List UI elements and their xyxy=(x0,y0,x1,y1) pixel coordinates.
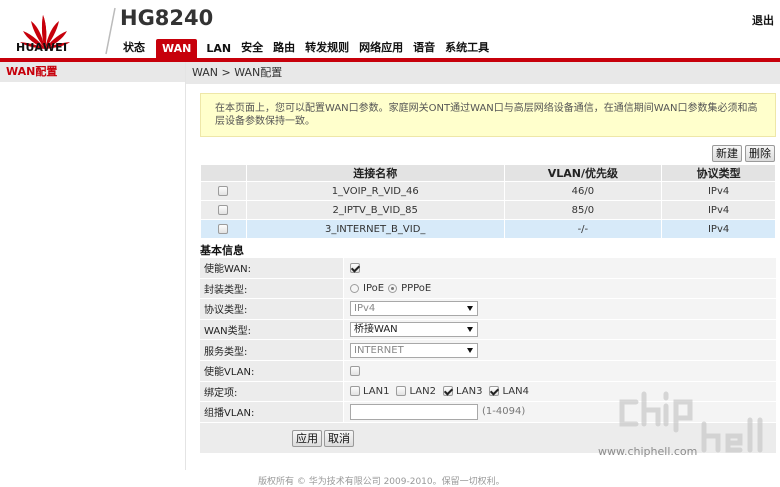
logo-text: HUAWEI xyxy=(16,41,68,54)
device-model: HG8240 xyxy=(120,6,214,30)
row-select-cell xyxy=(200,200,247,220)
nav-item-1[interactable]: WAN xyxy=(156,39,198,58)
nav-item-6[interactable]: 网络应用 xyxy=(354,39,408,58)
table-row[interactable]: 1_VOIP_R_VID_46 46/0 IPv4 xyxy=(200,181,776,201)
protocol-label: 协议类型: xyxy=(200,299,344,319)
basic-info-form: 使能WAN: 封装类型: IPoE PPPoE 协议类型: IPv4 WAN类型… xyxy=(200,258,776,423)
protocol-select[interactable]: IPv4 xyxy=(350,301,478,317)
multicast-vlan-hint: (1-4094) xyxy=(482,406,526,418)
lan1-checkbox[interactable] xyxy=(350,386,360,397)
form-row-protocol: 协议类型: IPv4 xyxy=(200,299,776,320)
wan-type-label: WAN类型: xyxy=(200,319,344,340)
basic-info-title: 基本信息 xyxy=(200,244,244,257)
header-divider xyxy=(105,7,116,55)
table-header-row: 连接名称 VLAN/优先级 协议类型 xyxy=(200,164,776,182)
lan2-checkbox[interactable] xyxy=(396,386,407,397)
row-select-cell xyxy=(200,181,247,201)
header-protocol: 协议类型 xyxy=(661,164,776,182)
dropdown-arrow-icon xyxy=(467,347,473,353)
lan3-checkbox[interactable] xyxy=(442,386,453,397)
protocol-cell: IPv4 xyxy=(661,200,776,220)
pppoe-label: PPPoE xyxy=(401,282,432,294)
form-row-enable-wan: 使能WAN: xyxy=(200,258,776,279)
binding-port-lan3: LAN3 xyxy=(442,385,483,397)
dropdown-arrow-icon xyxy=(467,306,473,312)
enable-vlan-checkbox[interactable] xyxy=(350,365,360,376)
binding-port-lan2: LAN2 xyxy=(396,385,436,397)
breadcrumb: WAN > WAN配置 xyxy=(186,62,780,84)
apply-button[interactable]: 应用 xyxy=(292,430,322,447)
delete-button[interactable]: 删除 xyxy=(745,145,775,162)
connection-name-cell: 2_IPTV_B_VID_85 xyxy=(245,200,505,220)
nav-item-8[interactable]: 系统工具 xyxy=(440,39,494,58)
sidebar: WAN配置 xyxy=(0,62,186,481)
vlan-priority-cell: -/- xyxy=(503,219,663,239)
encap-label: 封装类型: xyxy=(200,278,344,299)
nav-item-7[interactable]: 语音 xyxy=(408,39,440,58)
row-checkbox[interactable] xyxy=(218,185,229,196)
form-row-service-type: 服务类型: INTERNET xyxy=(200,340,776,361)
dropdown-arrow-icon xyxy=(467,327,473,333)
table-row[interactable]: 2_IPTV_B_VID_85 85/0 IPv4 xyxy=(200,200,776,220)
form-row-multicast-vlan: 组播VLAN: (1-4094) xyxy=(200,402,776,423)
protocol-cell: IPv4 xyxy=(661,181,776,201)
form-row-binding: 绑定项: LAN1 LAN2 LAN3 LAN4 xyxy=(200,381,776,403)
header-connection-name: 连接名称 xyxy=(245,164,505,182)
binding-port-lan1: LAN1 xyxy=(350,386,389,397)
nav-item-4[interactable]: 路由 xyxy=(268,39,300,58)
lan3-label: LAN3 xyxy=(455,385,483,397)
ipoe-label: IPoE xyxy=(363,282,385,294)
header: HUAWEI HG8240 退出 状态 WAN LAN 安全 路由 转发规则 网络应用 语音系… xyxy=(0,0,780,58)
enable-vlan-label: 使能VLAN: xyxy=(200,360,344,381)
row-checkbox[interactable] xyxy=(218,204,229,215)
form-row-enable-vlan: 使能VLAN: xyxy=(200,360,776,382)
enable-wan-label: 使能WAN: xyxy=(200,258,344,278)
table-row[interactable]: 3_INTERNET_B_VID_ -/- IPv4 xyxy=(200,219,776,239)
wan-type-select[interactable]: 桥接WAN xyxy=(350,322,478,338)
main-nav: 状态 WAN LAN 安全 路由 转发规则 网络应用 语音 系统工具 xyxy=(118,38,494,58)
wan-connection-table: 连接名称 VLAN/优先级 协议类型 1_VOIP_R_VID_46 46/0 IP… xyxy=(200,164,776,239)
header-select xyxy=(200,164,247,182)
protocol-cell: IPv4 xyxy=(661,219,776,239)
lan1-label: LAN1 xyxy=(363,385,390,397)
row-select-cell xyxy=(200,219,247,239)
service-type-label: 服务类型: xyxy=(200,340,344,360)
lan4-checkbox[interactable] xyxy=(489,386,500,397)
vlan-priority-cell: 46/0 xyxy=(503,181,663,201)
watermark-url: www.chiphell.com xyxy=(598,445,698,458)
enable-wan-checkbox[interactable] xyxy=(350,262,360,273)
cancel-button[interactable]: 取消 xyxy=(324,430,354,447)
header-vlan-priority: VLAN/优先级 xyxy=(503,164,663,182)
nav-item-3[interactable]: 安全 xyxy=(236,39,268,58)
binding-port-lan4: LAN4 xyxy=(489,385,529,397)
form-row-encap: 封装类型: IPoE PPPoE xyxy=(200,278,776,300)
new-button[interactable]: 新建 xyxy=(712,145,742,162)
multicast-vlan-input[interactable] xyxy=(350,403,478,420)
pppoe-radio[interactable] xyxy=(388,283,398,293)
vlan-priority-cell: 85/0 xyxy=(503,200,663,220)
multicast-vlan-label: 组播VLAN: xyxy=(200,402,344,422)
connection-name-cell: 1_VOIP_R_VID_46 xyxy=(245,181,505,201)
sidebar-item-wan-config[interactable]: WAN配置 xyxy=(0,62,185,82)
logout-link[interactable]: 退出 xyxy=(752,12,774,28)
nav-item-0[interactable]: 状态 xyxy=(118,39,150,58)
binding-label: 绑定项: xyxy=(200,381,344,402)
table-toolbar: 新建 删除 xyxy=(712,145,775,162)
info-notice: 在本页面上，您可以配置WAN口参数。家庭网关ONT通过WAN口与高层网络设备通信… xyxy=(200,93,776,137)
form-row-wan-type: WAN类型: 桥接WAN xyxy=(200,319,776,341)
wan-type-select-value: 桥接WAN xyxy=(354,324,398,336)
service-type-select[interactable]: INTERNET xyxy=(350,342,478,358)
lan4-label: LAN4 xyxy=(502,385,529,397)
nav-item-5[interactable]: 转发规则 xyxy=(300,39,354,58)
lan2-label: LAN2 xyxy=(409,385,436,397)
ipoe-radio[interactable] xyxy=(350,283,359,293)
service-type-select-value: INTERNET xyxy=(354,344,404,356)
nav-item-2[interactable]: LAN xyxy=(201,42,236,58)
protocol-select-value: IPv4 xyxy=(354,303,376,315)
row-checkbox[interactable] xyxy=(218,223,229,234)
connection-name-cell: 3_INTERNET_B_VID_ xyxy=(245,219,505,239)
